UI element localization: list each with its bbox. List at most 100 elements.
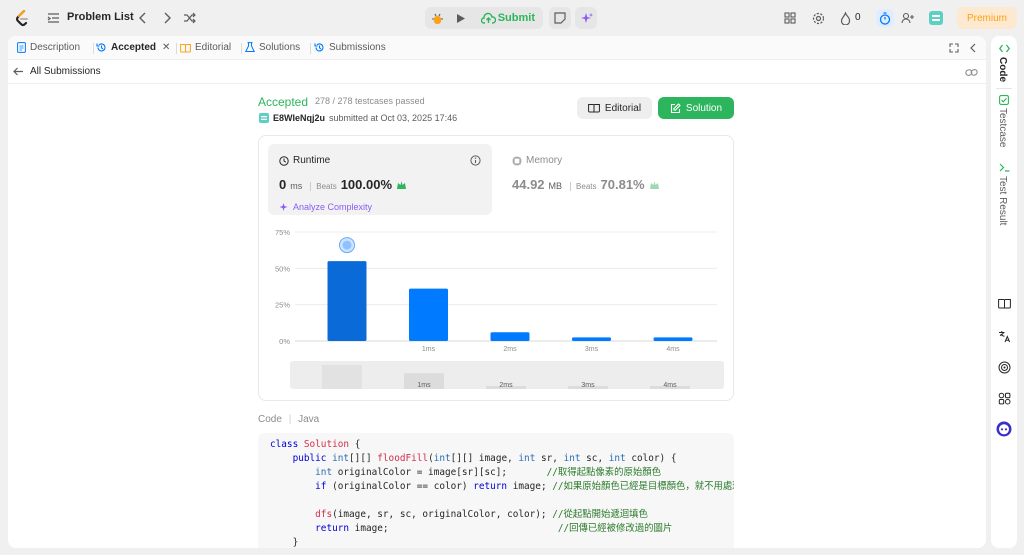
submission-subheader: All Submissions [8, 60, 986, 84]
memory-stats: 44.92 MB Beats 70.81% [512, 177, 660, 192]
chart-bar[interactable] [653, 337, 693, 341]
avatar[interactable] [927, 9, 945, 27]
rail-tab-test-result[interactable]: Test Result [997, 176, 1008, 225]
problem-list-icon[interactable] [46, 11, 60, 25]
fire-icon[interactable] [839, 11, 851, 25]
terminal-icon [998, 161, 1010, 173]
history-icon [96, 43, 106, 52]
note-icon[interactable] [549, 7, 571, 29]
rail-tab-testcase[interactable]: Testcase [997, 108, 1008, 147]
code-line: class Solution { [270, 439, 361, 450]
rail-tab-code[interactable]: Code [997, 57, 1008, 82]
tab-accepted-label: Accepted [111, 42, 157, 53]
problem-list-link[interactable]: Problem List [67, 11, 134, 23]
shuffle-icon[interactable] [182, 11, 198, 25]
editorial-button[interactable]: Editorial [577, 97, 652, 119]
x-tick-label: 3ms [585, 346, 599, 353]
memory-value: 44.92 [512, 177, 545, 192]
code-line: return image; //回傳已經被修改過的圖片 [315, 523, 673, 534]
gear-icon[interactable] [811, 11, 825, 25]
chart-bar[interactable] [327, 261, 367, 341]
distribution-overview-scroller[interactable]: 1ms 2ms 3ms 4ms [259, 358, 735, 393]
code-label: Code [258, 414, 282, 425]
chart-bar[interactable] [409, 288, 448, 341]
chevron-left-icon[interactable] [137, 11, 149, 25]
status-accepted: Accepted [258, 95, 309, 109]
tab-submissions[interactable]: Submissions [314, 42, 386, 53]
document-icon [17, 42, 26, 53]
runtime-stats: 0 ms Beats 100.00% [279, 177, 407, 192]
chip-icon [512, 156, 522, 165]
chart-bar[interactable] [490, 332, 530, 341]
tab-bar: Description Accepted ✕ Editorial Solutio… [8, 36, 986, 60]
tab-editorial[interactable]: Editorial [180, 42, 231, 53]
analyze-complexity-link[interactable]: Analyze Complexity [279, 202, 372, 212]
info-icon[interactable] [469, 154, 481, 166]
add-user-icon[interactable] [900, 11, 916, 25]
history-icon [314, 43, 324, 52]
tab-solutions-label: Solutions [259, 42, 301, 53]
leetcode-logo-icon[interactable] [14, 9, 30, 27]
solution-button-label: Solution [685, 102, 723, 114]
submit-button[interactable]: Submit [480, 7, 543, 29]
submit-label: Submit [497, 12, 535, 24]
checkbox-icon [998, 94, 1010, 106]
podcast-icon[interactable] [992, 355, 1016, 379]
runtime-beats-label: Beats [310, 182, 337, 191]
x-tick-label: 1ms [422, 346, 436, 353]
editorial-button-label: Editorial [604, 102, 642, 114]
beats-badge-icon [649, 180, 659, 189]
x-tick-label: 2ms [503, 346, 517, 353]
performance-card: Runtime 0 ms Beats 100.00% Analyze Compl… [258, 135, 734, 401]
runtime-unit: ms [290, 181, 303, 191]
code-header-divider: | [288, 414, 292, 425]
code-line: int originalColor = image[sr][sc]; //取得起… [315, 467, 661, 478]
overview-label: 4ms [663, 382, 677, 389]
chevron-right-icon[interactable] [161, 11, 173, 25]
submitted-by: E8WIeNqj2u submitted at Oct 03, 2025 17:… [259, 113, 457, 123]
back-to-submissions-link[interactable]: All Submissions [13, 66, 101, 77]
premium-button[interactable]: Premium [957, 7, 1017, 29]
runtime-panel[interactable]: Runtime 0 ms Beats 100.00% Analyze Compl… [268, 144, 492, 215]
tab-submissions-label: Submissions [329, 42, 386, 53]
run-icon[interactable] [453, 10, 469, 26]
tab-description[interactable]: Description [17, 42, 80, 53]
sparkle-icon [279, 203, 288, 211]
overview-label: 3ms [581, 382, 595, 389]
link-icon[interactable] [964, 66, 978, 78]
tab-editorial-label: Editorial [195, 42, 232, 53]
book-icon[interactable] [992, 291, 1016, 315]
username-link[interactable]: E8WIeNqj2u [273, 113, 325, 123]
code-block[interactable]: class Solution { public int[][] floodFil… [258, 433, 734, 548]
tab-divider [176, 43, 177, 54]
tab-accepted[interactable]: Accepted ✕ [96, 42, 170, 53]
book-icon [588, 104, 600, 113]
submission-panel: Description Accepted ✕ Editorial Solutio… [8, 36, 986, 548]
arrow-left-icon [13, 67, 23, 76]
overview-bar [322, 365, 362, 389]
memory-panel[interactable]: Memory 44.92 MB Beats 70.81% [503, 144, 727, 215]
translate-icon[interactable] [992, 324, 1016, 348]
tab-solutions[interactable]: Solutions [245, 42, 300, 53]
debug-icon[interactable] [429, 10, 445, 26]
clock-icon [279, 155, 289, 166]
y-tick-label: 25% [275, 301, 290, 310]
user-avatar-icon [259, 113, 269, 123]
y-tick-label: 0% [279, 337, 290, 346]
maximize-icon[interactable] [948, 42, 960, 54]
close-tab-icon[interactable]: ✕ [162, 42, 170, 53]
solution-button[interactable]: Solution [658, 97, 734, 119]
analyze-complexity-label: Analyze Complexity [293, 202, 373, 212]
assistant-bot-icon[interactable] [992, 417, 1016, 441]
testcases-passed: 278 / 278 testcases passed [315, 96, 425, 106]
timer-icon[interactable] [876, 9, 894, 27]
collapse-icon[interactable] [967, 42, 979, 54]
book-icon [180, 43, 191, 52]
memory-heading: Memory [512, 155, 562, 166]
sparkle-icon[interactable] [575, 7, 597, 29]
mind-map-icon[interactable] [992, 386, 1016, 410]
runtime-distribution-chart[interactable]: 0% 25% 50% 75% 1ms 2ms 3ms 4ms [259, 219, 735, 354]
chart-bar[interactable] [572, 337, 611, 341]
layout-icon[interactable] [783, 11, 797, 25]
